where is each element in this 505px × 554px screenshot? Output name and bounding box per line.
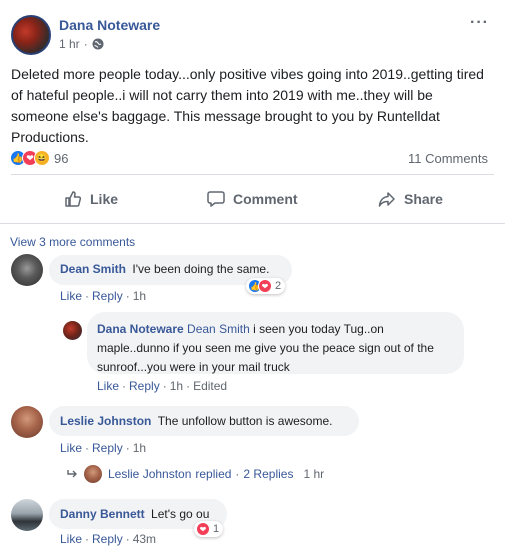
commenter-name[interactable]: Dana Noteware <box>97 322 184 336</box>
comment-time[interactable]: 1h <box>133 289 146 303</box>
comment-reply-link[interactable]: Reply <box>92 289 123 303</box>
post-body: Deleted more people today...only positiv… <box>11 66 484 145</box>
reaction-count: 2 <box>275 280 282 292</box>
dot-separator: · <box>122 379 127 393</box>
reply-summary-time: 1 hr <box>303 467 325 481</box>
comment-body: Let's go ou <box>151 507 210 521</box>
comment-like-link[interactable]: Like <box>97 379 119 393</box>
comment-reactions[interactable]: ❤ 1 <box>194 521 224 537</box>
comment-reactions[interactable]: 👍 ❤ 2 <box>246 278 286 294</box>
post-timestamp[interactable]: 1 hr · <box>59 37 104 51</box>
dot-separator: · <box>125 441 130 455</box>
comment-count-link[interactable]: 11 Comments <box>408 151 488 166</box>
comment-reply-link[interactable]: Reply <box>129 379 160 393</box>
share-button[interactable]: Share <box>378 190 443 208</box>
commenter-name[interactable]: Dean Smith <box>60 262 126 276</box>
dot-separator: · <box>85 532 90 546</box>
comment-time[interactable]: 43m <box>133 532 156 546</box>
share-button-label: Share <box>404 191 443 207</box>
commenter-avatar[interactable] <box>63 321 82 340</box>
commenter-avatar[interactable] <box>11 406 43 438</box>
haha-reaction-icon: 😆 <box>34 150 50 166</box>
comment-text: Danny Bennett Let's go ou <box>60 507 209 521</box>
reaction-count[interactable]: 96 <box>54 151 68 166</box>
replied-label: replied <box>195 467 232 481</box>
dot-separator: · <box>162 379 167 393</box>
comment-reply-link[interactable]: Reply <box>92 441 123 455</box>
like-button[interactable]: Like <box>64 190 118 208</box>
post-time[interactable]: 1 hr <box>59 37 80 51</box>
dot-separator: · <box>85 441 90 455</box>
share-arrow-icon <box>378 192 395 207</box>
dot-separator: · <box>125 289 130 303</box>
comment-body: The unfollow button is awesome. <box>157 414 333 428</box>
dot-separator: · <box>235 467 240 481</box>
comment-reply-link[interactable]: Reply <box>92 532 123 546</box>
edited-label[interactable]: Edited <box>193 379 227 393</box>
dot-separator: · <box>85 289 90 303</box>
dot-separator: · <box>83 37 88 51</box>
reaction-summary[interactable]: 👍 ❤ 😆 96 <box>10 150 68 166</box>
comment-button[interactable]: Comment <box>207 190 298 208</box>
post-options-icon[interactable]: ··· <box>470 14 489 32</box>
reply-arrow-icon <box>67 470 77 478</box>
comment-like-link[interactable]: Like <box>60 441 82 455</box>
comment-button-label: Comment <box>233 191 298 207</box>
divider <box>11 174 494 175</box>
comment-actions: Like · Reply · 1h <box>60 441 146 455</box>
comment-icon <box>207 191 225 207</box>
view-replies-link[interactable]: Leslie Johnston replied · 2 Replies 1 hr <box>66 465 324 483</box>
comment-text: Leslie Johnston The unfollow button is a… <box>60 414 332 428</box>
comment-text: Dean Smith I've been doing the same. <box>60 262 269 276</box>
reply-count[interactable]: 2 Replies <box>243 467 293 481</box>
comment-text: Dana Noteware Dean Smith i seen you toda… <box>97 320 459 377</box>
post-author-name[interactable]: Dana Noteware <box>59 17 160 33</box>
divider <box>0 223 505 224</box>
globe-icon <box>92 38 104 50</box>
commenter-avatar[interactable] <box>11 254 43 286</box>
commenter-avatar[interactable] <box>11 499 43 531</box>
comment-actions: Like · Reply · 1h · Edited <box>97 379 227 393</box>
view-more-comments-link[interactable]: View 3 more comments <box>10 235 135 249</box>
replier-avatar <box>84 465 102 483</box>
comment-time[interactable]: 1h <box>133 441 146 455</box>
commenter-name[interactable]: Leslie Johnston <box>60 414 151 428</box>
dot-separator: · <box>186 379 191 393</box>
author-avatar[interactable] <box>11 15 51 55</box>
comment-like-link[interactable]: Like <box>60 289 82 303</box>
comment-like-link[interactable]: Like <box>60 532 82 546</box>
love-reaction-icon: ❤ <box>196 522 210 536</box>
thumbs-up-icon <box>65 191 82 207</box>
commenter-name[interactable]: Danny Bennett <box>60 507 145 521</box>
like-button-label: Like <box>90 191 119 207</box>
replier-name[interactable]: Leslie Johnston <box>108 467 191 481</box>
comment-actions: Like · Reply · 1h <box>60 289 146 303</box>
reaction-count: 1 <box>213 523 220 535</box>
comment-time[interactable]: 1h <box>170 379 183 393</box>
comment-body: I've been doing the same. <box>132 262 270 276</box>
dot-separator: · <box>125 532 130 546</box>
love-reaction-icon: ❤ <box>258 279 272 293</box>
mention-link[interactable]: Dean Smith <box>187 322 250 336</box>
comment-actions: Like · Reply · 43m <box>60 532 156 546</box>
